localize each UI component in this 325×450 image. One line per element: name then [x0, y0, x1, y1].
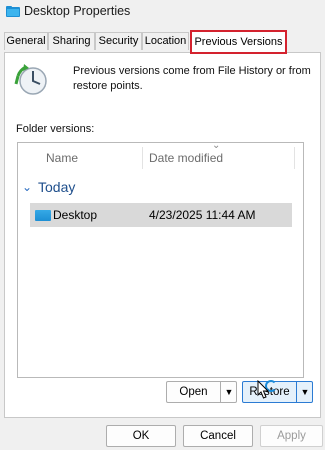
column-header-name[interactable]: Name [46, 143, 78, 173]
column-header-date-modified[interactable]: Date modified [149, 143, 223, 173]
tab-label: Security [98, 35, 139, 47]
tab-location[interactable]: Location [142, 32, 189, 50]
tab-security[interactable]: Security [95, 32, 142, 50]
restore-dropdown-arrow-icon[interactable]: ▼ [296, 382, 313, 402]
tab-general[interactable]: General [4, 32, 48, 50]
window-title: Desktop Properties [24, 4, 131, 18]
tab-sharing[interactable]: Sharing [48, 32, 95, 50]
file-history-clock-icon [14, 64, 47, 95]
column-separator[interactable] [294, 147, 295, 169]
tab-strip: General Sharing Security Location Previo… [0, 30, 325, 54]
pointer-cursor-icon [257, 380, 270, 399]
apply-button[interactable]: Apply [260, 425, 323, 447]
tab-label: Previous Versions [194, 36, 283, 48]
versions-list[interactable]: ⌄ Name Date modified ⌄ Today Desktop 4/2… [17, 140, 304, 378]
open-split-button: Open ▼ [166, 381, 237, 403]
info-text: Previous versions come from File History… [73, 65, 311, 92]
group-header-today[interactable]: Today [38, 179, 75, 195]
folder-icon [6, 6, 20, 17]
tab-label: Location [144, 35, 187, 47]
column-separator[interactable] [142, 147, 143, 169]
list-item-date: 4/23/2025 11:44 AM [149, 208, 256, 222]
chevron-down-icon[interactable]: ⌄ [22, 180, 32, 194]
cancel-button[interactable]: Cancel [183, 425, 253, 447]
open-dropdown-arrow-icon[interactable]: ▼ [220, 382, 237, 402]
ok-button[interactable]: OK [106, 425, 176, 447]
folder-icon [35, 210, 51, 221]
folder-versions-label: Folder versions: [16, 123, 95, 135]
restore-split-button: Restore ▼ [242, 381, 313, 403]
tab-label: Sharing [52, 35, 91, 47]
tab-label: General [6, 35, 46, 47]
open-button[interactable]: Open [167, 382, 220, 402]
list-item-name: Desktop [53, 208, 98, 222]
tab-previous-versions[interactable]: Previous Versions [190, 30, 287, 54]
title-bar: Desktop Properties [0, 0, 325, 26]
